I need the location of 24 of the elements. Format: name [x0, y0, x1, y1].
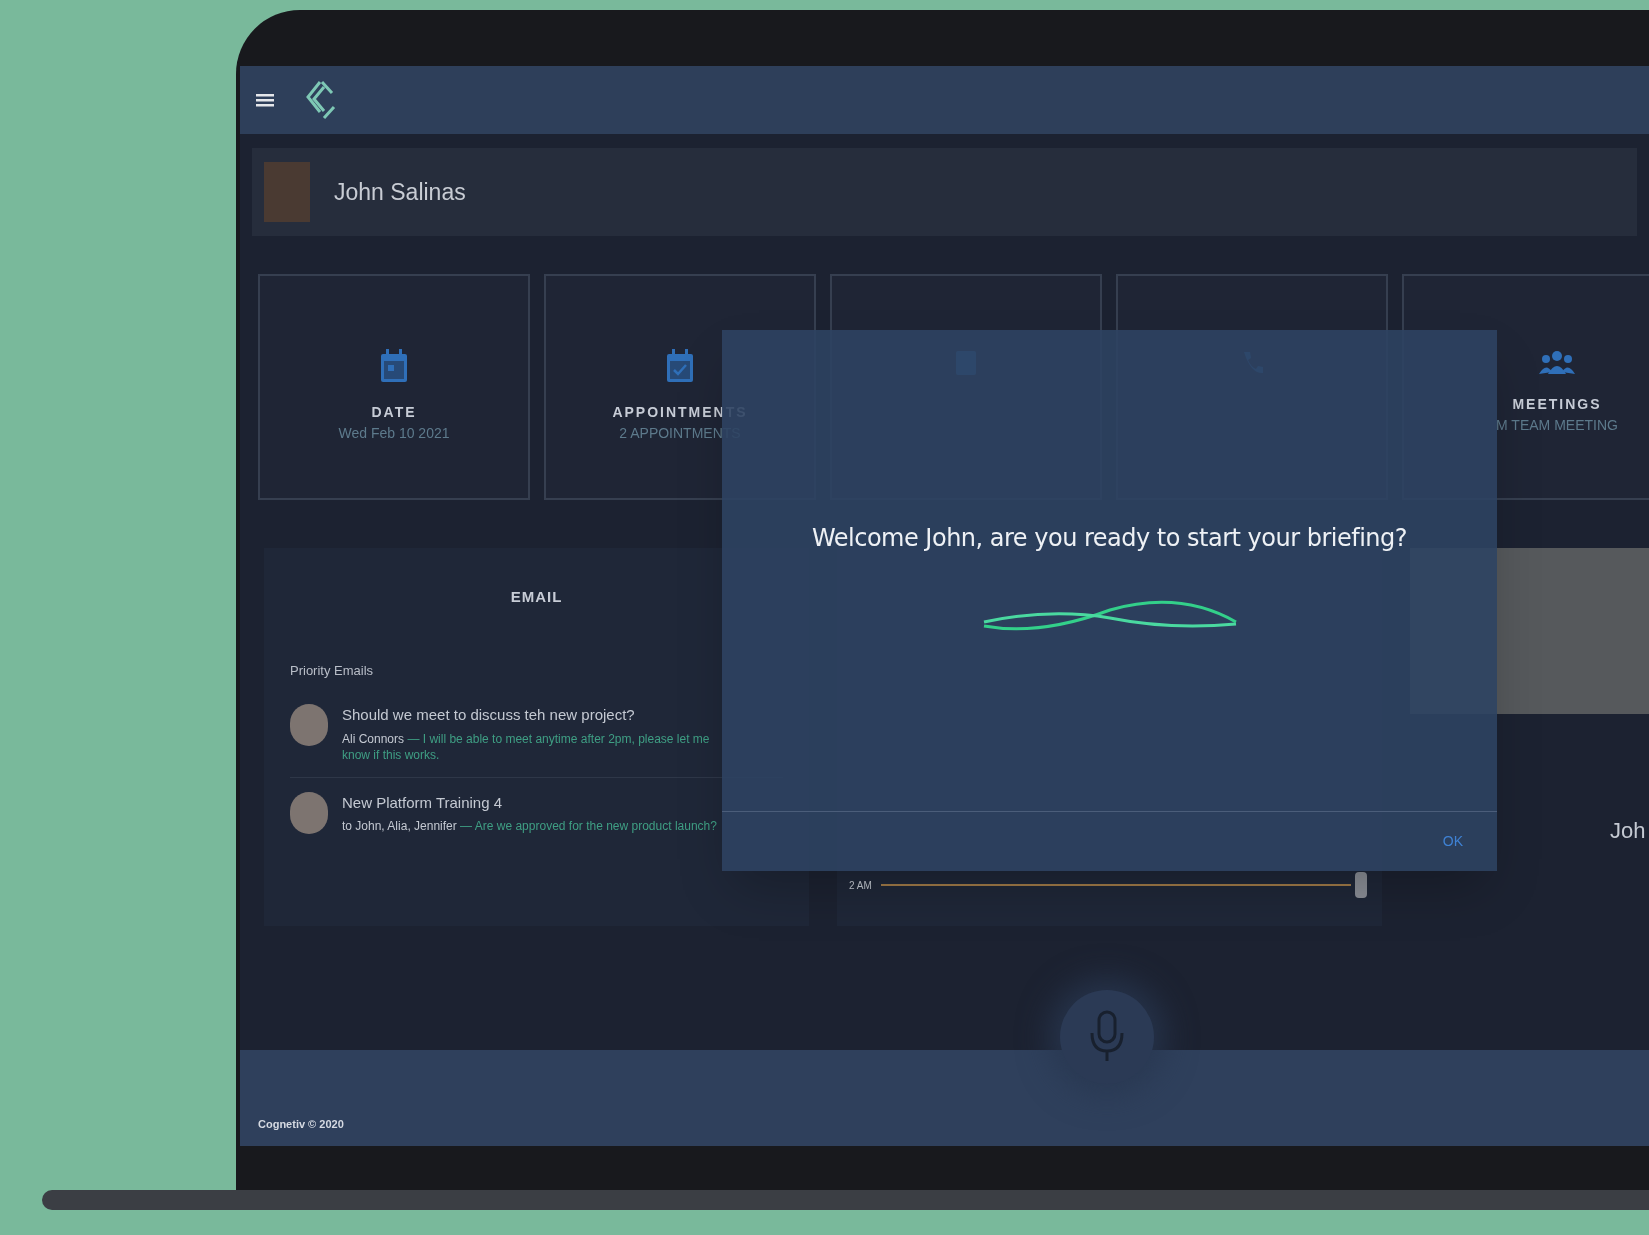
card-value: Wed Feb 10 2021 — [338, 424, 450, 443]
copyright-text: Cognetiv © 2020 — [258, 1116, 344, 1132]
email-preview: Ali Connors — I will be able to meet anytime after 2pm, please let me know if this works. — [342, 730, 711, 763]
sender-avatar — [290, 704, 328, 746]
user-name: John Salinas — [334, 177, 466, 207]
sender-avatar — [290, 791, 328, 834]
contact-name: Joh — [1610, 817, 1647, 845]
section-label: Priority Emails — [290, 661, 375, 680]
email-subject[interactable]: New Platform Training 4 — [342, 791, 717, 814]
email-subject[interactable]: Should we meet to discuss teh new project? — [342, 704, 717, 727]
card-title: DATE — [371, 403, 417, 422]
dialog-message: Welcome John, are you ready to start your briefing? — [811, 523, 1408, 554]
avatar-photo — [264, 162, 310, 222]
menu-icon[interactable] — [256, 92, 274, 108]
email-preview: to John, Alia, Jennifer — Are we approved for the new product launch? — [342, 818, 717, 834]
card-value: M TEAM MEETING — [1496, 416, 1618, 435]
people-icon — [1539, 348, 1575, 376]
calendar-check-icon — [665, 348, 695, 384]
calendar-icon — [379, 348, 409, 384]
scrollbar — [1355, 872, 1367, 898]
card-title: MEETINGS — [1512, 395, 1602, 414]
time-label: 2 AM — [849, 878, 873, 893]
logo-icon — [304, 79, 336, 121]
email-title: EMAIL — [509, 587, 564, 607]
